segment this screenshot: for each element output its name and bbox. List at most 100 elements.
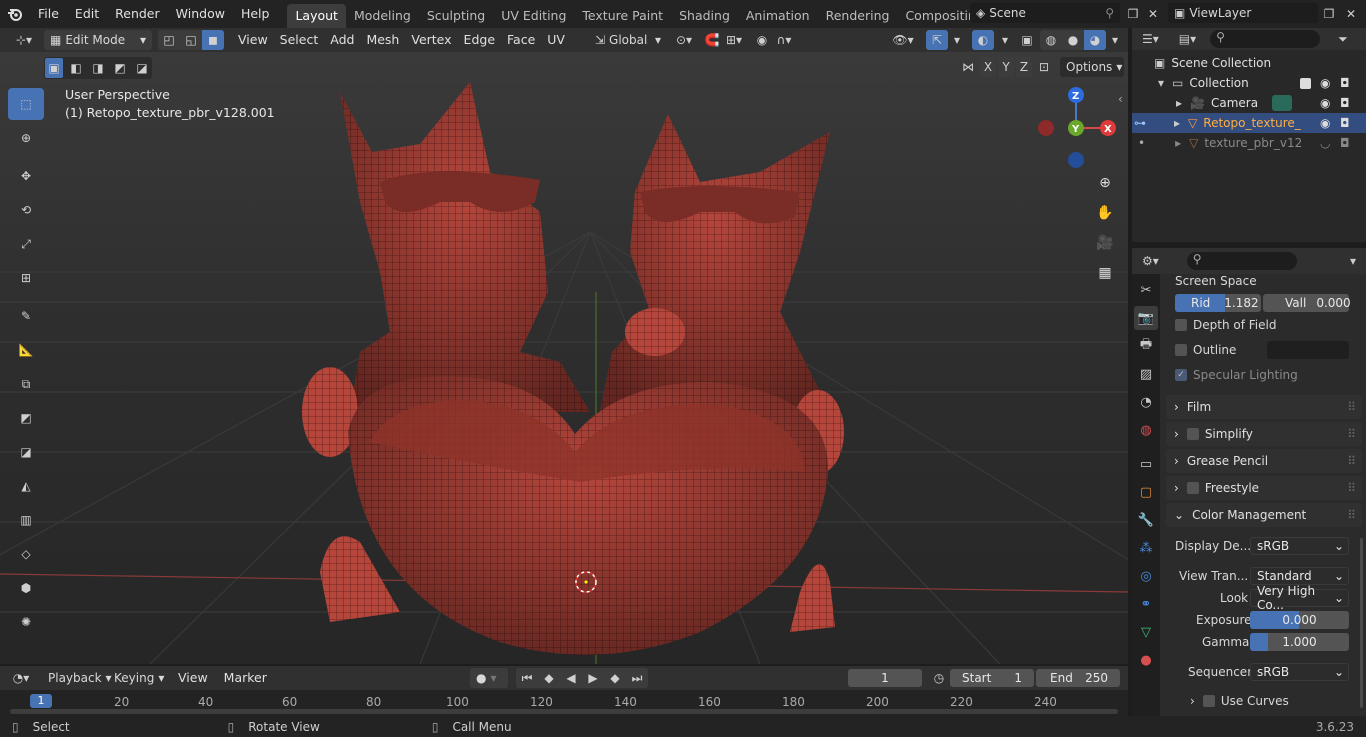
bevel-tool-icon[interactable]: ◭ bbox=[8, 470, 44, 502]
constraints-tab-icon[interactable]: ⚭ bbox=[1134, 592, 1158, 616]
tab-animation[interactable]: Animation bbox=[738, 4, 818, 28]
menu-uv[interactable]: UV bbox=[541, 30, 571, 50]
axis-z-toggle[interactable]: Z bbox=[1016, 57, 1032, 77]
drag-handle-icon[interactable]: ⠿ bbox=[1347, 400, 1356, 414]
drag-handle-icon[interactable]: ⠿ bbox=[1347, 508, 1356, 522]
exposure-slider[interactable]: 0.000 bbox=[1250, 611, 1349, 629]
menu-face[interactable]: Face bbox=[501, 30, 541, 50]
tab-sculpting[interactable]: Sculpting bbox=[419, 4, 493, 28]
delete-view-layer-icon[interactable]: ✕ bbox=[1340, 4, 1362, 24]
select-extend-icon[interactable]: ◧ bbox=[67, 58, 85, 78]
playback-menu[interactable]: Playback ▾ bbox=[42, 668, 112, 688]
new-view-layer-icon[interactable]: ❐ bbox=[1318, 4, 1340, 24]
menu-window[interactable]: Window bbox=[168, 0, 233, 28]
delete-scene-icon[interactable]: ✕ bbox=[1142, 4, 1164, 24]
rotate-tool-icon[interactable]: ⟲ bbox=[8, 194, 44, 226]
falloff-icon[interactable]: ∩▾ bbox=[773, 30, 795, 50]
eye-closed-icon[interactable]: ◡ bbox=[1320, 136, 1330, 150]
navigation-gizmo[interactable]: Z Y X bbox=[1038, 87, 1116, 168]
collapse-sidebar-icon[interactable]: ‹ bbox=[1118, 92, 1123, 106]
camera-data-icon[interactable] bbox=[1272, 95, 1292, 111]
edit-mode-indicator-icon[interactable]: ⊶ bbox=[1134, 116, 1146, 130]
eye-icon[interactable]: ◉ bbox=[1320, 96, 1330, 110]
filter-icon[interactable]: ⏷ bbox=[1338, 32, 1348, 47]
add-cube-tool-icon[interactable]: ⧉ bbox=[8, 368, 44, 400]
outline-color-swatch[interactable] bbox=[1267, 341, 1349, 359]
new-scene-icon[interactable]: ❐ bbox=[1122, 4, 1144, 24]
menu-render[interactable]: Render bbox=[107, 0, 168, 28]
gizmo-toggle-icon[interactable]: ⇱ bbox=[926, 30, 948, 50]
timeline-scrollbar[interactable] bbox=[10, 709, 1118, 714]
mode-selector[interactable]: ▦ Edit Mode ▾ bbox=[44, 30, 152, 50]
sequencer-dropdown[interactable]: sRGB ⌄ bbox=[1250, 663, 1349, 681]
rid-field[interactable]: Rid 1.182 bbox=[1175, 294, 1261, 312]
tab-texture-paint[interactable]: Texture Paint bbox=[574, 4, 671, 28]
eye-icon[interactable]: ◉ bbox=[1320, 116, 1330, 130]
timeline-menu-marker[interactable]: Marker bbox=[218, 668, 273, 688]
camera-render-icon[interactable]: ◘ bbox=[1340, 76, 1350, 90]
vall-field[interactable]: Vall 0.000 bbox=[1263, 294, 1351, 312]
expand-icon[interactable]: ▸ bbox=[1174, 116, 1180, 130]
overlay-icon[interactable]: ◐ bbox=[972, 30, 994, 50]
jump-start-icon[interactable]: ⏮ bbox=[516, 668, 538, 688]
mirror-icon[interactable]: ⋈ bbox=[958, 57, 978, 77]
edge-select-icon[interactable]: ◱ bbox=[180, 30, 202, 50]
timeline-editor-icon[interactable]: ◔▾ bbox=[4, 668, 38, 688]
tool-tab-icon[interactable]: ✂ bbox=[1134, 278, 1158, 302]
visibility-icon[interactable]: 👁▾ bbox=[892, 30, 914, 50]
scale-tool-icon[interactable]: ⤢ bbox=[8, 228, 44, 260]
camera-render-icon[interactable]: ◘ bbox=[1340, 96, 1350, 110]
scene-tab-icon[interactable]: ◔ bbox=[1134, 390, 1158, 414]
scene-selector[interactable]: ◈ Scene ⚲ bbox=[970, 3, 1120, 23]
current-frame-field[interactable]: 1 bbox=[848, 669, 922, 687]
camera-render-off-icon[interactable]: ◘ bbox=[1340, 136, 1350, 150]
annotate-tool-icon[interactable]: ✎ bbox=[8, 300, 44, 332]
camera-view-icon[interactable]: 🎥 bbox=[1092, 230, 1118, 256]
outliner-search[interactable]: ⚲ bbox=[1210, 30, 1321, 48]
blender-logo-icon[interactable] bbox=[0, 4, 30, 24]
view-transform-dropdown[interactable]: Standard ⌄ bbox=[1250, 567, 1349, 585]
clock-icon[interactable]: ◷ bbox=[928, 668, 950, 688]
menu-file[interactable]: File bbox=[30, 0, 67, 28]
pivot-icon[interactable]: ⊙▾ bbox=[673, 30, 695, 50]
menu-vertex[interactable]: Vertex bbox=[405, 30, 457, 50]
outliner-editor-icon[interactable]: ☰▾ bbox=[1142, 32, 1159, 46]
playhead[interactable]: 1 bbox=[30, 694, 52, 708]
extrude-tool-icon[interactable]: ◩ bbox=[8, 402, 44, 434]
select-box-tool-icon[interactable]: ⬚ bbox=[8, 88, 44, 120]
expand-icon[interactable]: ▸ bbox=[1176, 96, 1182, 110]
select-invert-icon[interactable]: ◩ bbox=[111, 58, 129, 78]
snap-target-icon[interactable]: ⊞▾ bbox=[723, 30, 745, 50]
zoom-icon[interactable]: ⊕ bbox=[1092, 170, 1118, 196]
checkbox-icon[interactable] bbox=[1300, 77, 1311, 89]
view-layer-selector[interactable]: ▣ ViewLayer bbox=[1168, 3, 1318, 23]
ortho-toggle-icon[interactable]: ▦ bbox=[1092, 260, 1118, 286]
panel-simplify[interactable]: › Simplify ⠿ bbox=[1166, 422, 1362, 446]
render-tab-icon[interactable]: 📷 bbox=[1134, 306, 1158, 330]
shading-options-icon[interactable]: ▾ bbox=[1104, 30, 1126, 50]
pin-icon[interactable]: ⚲ bbox=[1105, 3, 1114, 23]
checkbox-icon[interactable] bbox=[1202, 695, 1215, 707]
display-device-dropdown[interactable]: sRGB ⌄ bbox=[1250, 537, 1349, 555]
options-button[interactable]: Options ▾ bbox=[1060, 57, 1124, 77]
panel-color-management[interactable]: ⌄ Color Management ⠿ bbox=[1166, 503, 1362, 527]
face-select-icon[interactable]: ◼ bbox=[202, 30, 224, 50]
menu-select[interactable]: Select bbox=[274, 30, 325, 50]
world-tab-icon[interactable]: ◍ bbox=[1134, 418, 1158, 442]
properties-options-icon[interactable]: ▾ bbox=[1350, 254, 1356, 268]
outline-checkbox[interactable]: Outline bbox=[1175, 343, 1236, 357]
end-frame-field[interactable]: End 250 bbox=[1036, 669, 1120, 687]
snap-icon[interactable]: 🧲 bbox=[701, 30, 723, 50]
measure-tool-icon[interactable]: 📐 bbox=[8, 334, 44, 366]
wireframe-shading-icon[interactable]: ◍ bbox=[1040, 30, 1062, 50]
vertex-select-icon[interactable]: ◰ bbox=[158, 30, 180, 50]
tab-rendering[interactable]: Rendering bbox=[818, 4, 898, 28]
move-tool-icon[interactable]: ✥ bbox=[8, 160, 44, 192]
menu-edit[interactable]: Edit bbox=[67, 0, 107, 28]
axis-x-toggle[interactable]: X bbox=[980, 57, 996, 77]
menu-view[interactable]: View bbox=[232, 30, 274, 50]
material-shading-icon[interactable]: ◕ bbox=[1084, 30, 1106, 50]
camera-render-icon[interactable]: ◘ bbox=[1340, 116, 1350, 130]
auto-merge-icon[interactable]: ⊡ bbox=[1034, 57, 1054, 77]
checkbox-icon[interactable] bbox=[1186, 428, 1199, 440]
